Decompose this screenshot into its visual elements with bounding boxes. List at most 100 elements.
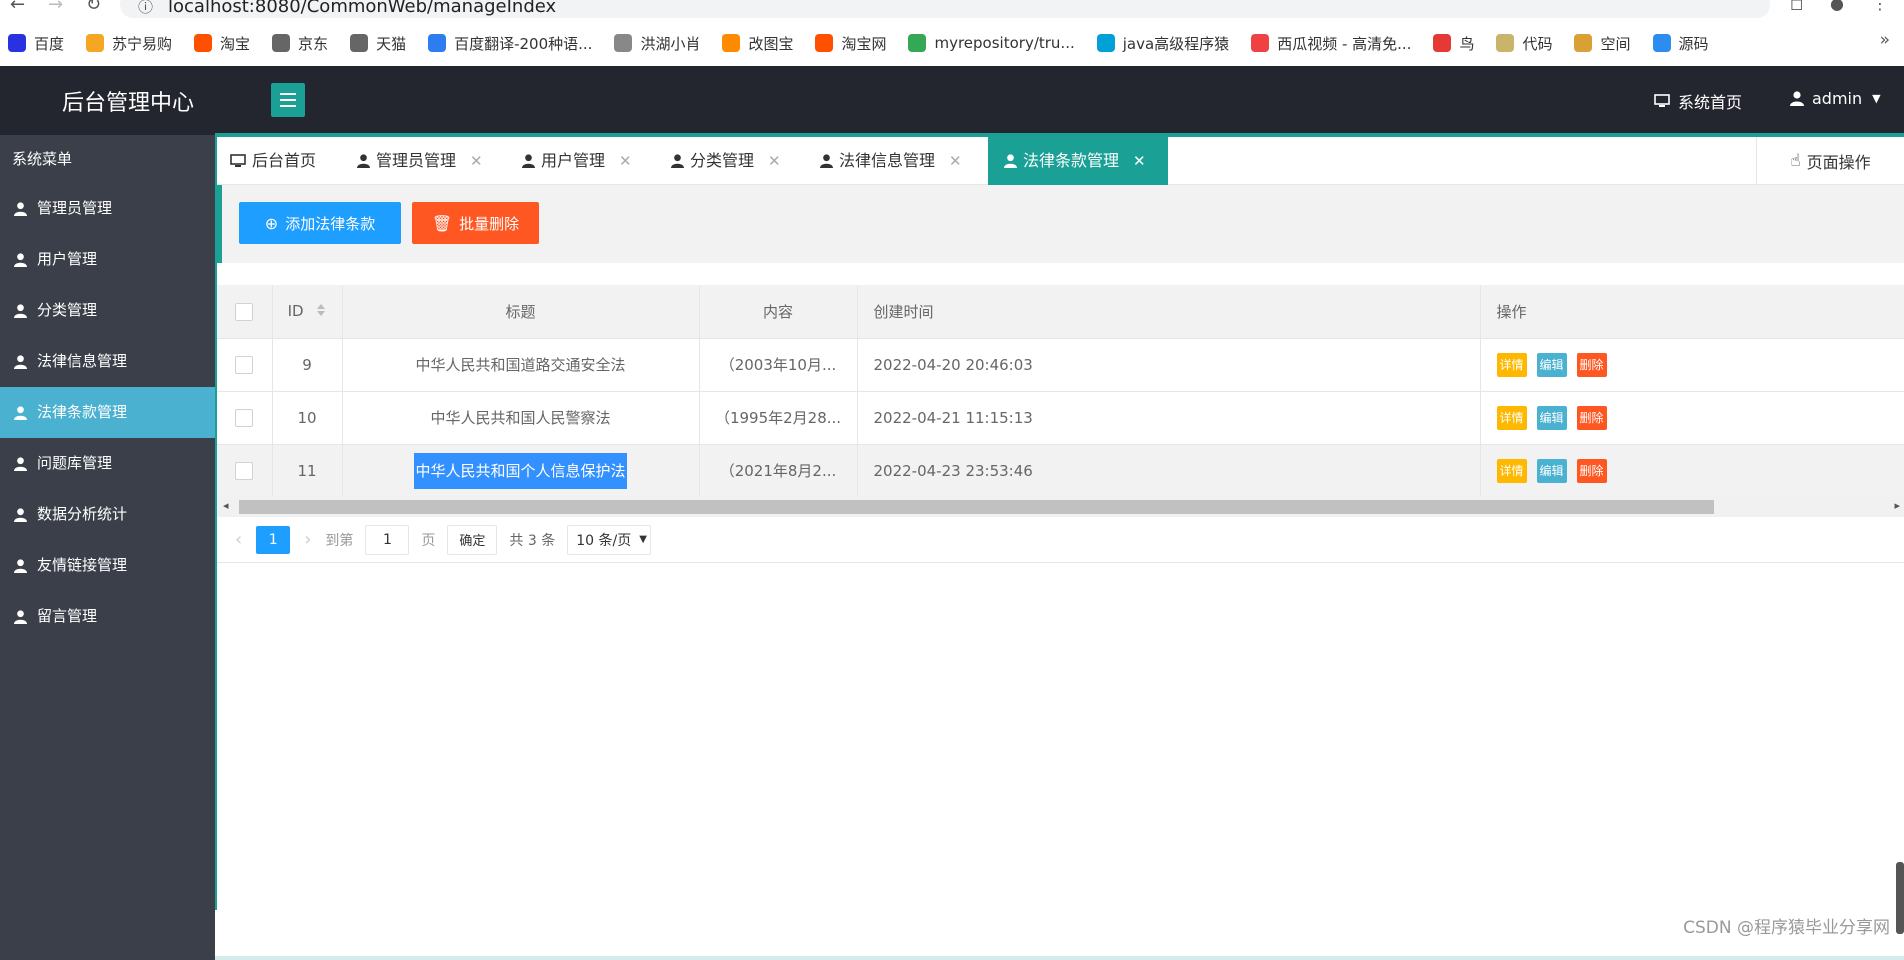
sidebar-item[interactable]: 法律信息管理: [0, 336, 215, 387]
sidebar-item[interactable]: 法律条款管理: [0, 387, 215, 438]
bookmark-favicon-icon: [194, 34, 213, 52]
bookmark-item[interactable]: 洪湖小肖: [614, 33, 700, 54]
bookmark-item[interactable]: 京东: [272, 33, 328, 54]
row-checkbox[interactable]: [235, 408, 254, 427]
bookmark-item[interactable]: 百度: [8, 33, 64, 54]
bookmark-item[interactable]: 源码: [1652, 33, 1709, 54]
next-page-icon[interactable]: ›: [304, 526, 311, 554]
extensions-icon[interactable]: ◻: [1790, 0, 1803, 13]
bookmark-label: 天猫: [376, 34, 407, 53]
row-select-cell: [217, 444, 273, 498]
prev-page-icon[interactable]: ‹: [235, 526, 242, 554]
bookmark-item[interactable]: myrepository/tru...: [908, 34, 1075, 52]
address-bar[interactable]: ⓘ localhost:8080/CommonWeb/manageIndex: [120, 0, 1770, 18]
goto-confirm-button[interactable]: 确定: [447, 524, 498, 555]
tab[interactable]: 后台首页: [230, 137, 316, 185]
sidebar-item[interactable]: 用户管理: [0, 234, 215, 285]
user-name: admin: [1812, 89, 1863, 108]
page-operations-button[interactable]: ☝ 页面操作: [1756, 137, 1904, 185]
sidebar-item[interactable]: 数据分析统计: [0, 489, 215, 540]
batch-delete-button[interactable]: 🗑 批量删除: [412, 202, 539, 244]
side-handle[interactable]: [1896, 862, 1904, 934]
bookmark-item[interactable]: 改图宝: [722, 33, 793, 54]
sidebar-item-label: 法律信息管理: [37, 352, 128, 370]
bookmark-item[interactable]: 苏宁易购: [86, 33, 172, 54]
delete-button[interactable]: 删除: [1576, 458, 1607, 483]
tab[interactable]: 法律条款管理 ✕: [988, 137, 1168, 185]
row-checkbox[interactable]: [235, 461, 254, 480]
tab[interactable]: 管理员管理 ✕: [357, 137, 483, 185]
user-icon: [14, 354, 27, 369]
bookmark-item[interactable]: java高级程序猿: [1096, 33, 1229, 54]
tab[interactable]: 法律信息管理 ✕: [820, 137, 962, 185]
row-title-cell: 中华人民共和国道路交通安全法: [342, 338, 700, 392]
plus-circle-icon: ⊕: [264, 213, 279, 233]
add-clause-button[interactable]: ⊕ 添加法律条款: [239, 202, 401, 244]
bookmark-item[interactable]: 鸟: [1433, 33, 1474, 54]
page-unit-label: 页: [421, 532, 436, 549]
goto-page-input[interactable]: 1: [365, 524, 410, 555]
bookmark-item[interactable]: 淘宝: [194, 33, 250, 54]
close-tab-icon[interactable]: ✕: [768, 137, 781, 185]
profile-icon[interactable]: ●: [1830, 0, 1844, 13]
user-menu[interactable]: admin ▼: [1790, 89, 1881, 108]
tab[interactable]: 分类管理 ✕: [671, 137, 781, 185]
forward-icon[interactable]: →: [48, 0, 63, 15]
row-title-cell: 中华人民共和国个人信息保护法: [342, 444, 700, 498]
bookmark-item[interactable]: 代码: [1496, 33, 1552, 54]
sidebar: 系统菜单 管理员管理 用户管理 分类管理 法律信息管理 法律条款管理 问题库管理 数据分析统…: [0, 135, 215, 960]
back-icon[interactable]: ←: [10, 0, 25, 15]
detail-button[interactable]: 详情: [1496, 352, 1527, 377]
table-row[interactable]: 11 中华人民共和国个人信息保护法 （2021年8月2... 2022-04-2…: [217, 444, 1904, 498]
table-row[interactable]: 10 中华人民共和国人民警察法 （1995年2月28... 2022-04-21…: [217, 391, 1904, 445]
browser-menu-icon[interactable]: ⋮: [1872, 0, 1888, 13]
horizontal-scrollbar[interactable]: ◂ ▸: [217, 497, 1904, 517]
edit-button[interactable]: 编辑: [1536, 352, 1567, 377]
detail-button[interactable]: 详情: [1496, 405, 1527, 430]
trash-icon: 🗑: [431, 213, 453, 233]
bookmark-item[interactable]: 天猫: [350, 33, 406, 54]
bookmark-favicon-icon: [815, 34, 834, 52]
close-tab-icon[interactable]: ✕: [1133, 137, 1146, 185]
sort-icon[interactable]: [316, 303, 326, 321]
system-home-link[interactable]: 系统首页: [1654, 89, 1742, 113]
current-page[interactable]: 1: [256, 525, 291, 554]
scrollbar-thumb[interactable]: [239, 500, 1714, 514]
chevron-down-icon: ▼: [639, 534, 647, 545]
edit-button[interactable]: 编辑: [1536, 458, 1567, 483]
bookmark-item[interactable]: 西瓜视频 - 高清免...: [1251, 33, 1411, 54]
bookmarks-overflow-icon[interactable]: »: [1880, 30, 1890, 50]
user-icon: [522, 154, 535, 168]
bookmark-item[interactable]: 空间: [1574, 33, 1631, 54]
close-tab-icon[interactable]: ✕: [949, 137, 962, 185]
detail-button[interactable]: 详情: [1496, 458, 1527, 483]
scroll-right-icon[interactable]: ▸: [1894, 499, 1900, 512]
select-all-checkbox[interactable]: [235, 302, 254, 321]
user-icon: [14, 456, 27, 471]
user-icon: [1004, 154, 1017, 168]
column-header-id[interactable]: ID: [272, 285, 343, 339]
edit-button[interactable]: 编辑: [1536, 405, 1567, 430]
sidebar-item[interactable]: 分类管理: [0, 285, 215, 336]
row-checkbox[interactable]: [235, 355, 254, 374]
bookmark-item[interactable]: 百度翻译-200种语...: [428, 33, 592, 54]
delete-button[interactable]: 删除: [1576, 352, 1607, 377]
close-tab-icon[interactable]: ✕: [470, 137, 483, 185]
delete-button[interactable]: 删除: [1576, 405, 1607, 430]
user-icon: [357, 154, 370, 168]
table-row[interactable]: 9 中华人民共和国道路交通安全法 （2003年10月... 2022-04-20…: [217, 338, 1904, 392]
close-tab-icon[interactable]: ✕: [619, 137, 632, 185]
sidebar-item[interactable]: 管理员管理: [0, 183, 215, 234]
tab[interactable]: 用户管理 ✕: [522, 137, 632, 185]
sidebar-item[interactable]: 友情链接管理: [0, 540, 215, 591]
sidebar-item[interactable]: 留言管理: [0, 591, 215, 642]
info-icon[interactable]: ⓘ: [138, 0, 153, 17]
menu-toggle-button[interactable]: [271, 83, 305, 117]
reload-icon[interactable]: ↻: [86, 0, 101, 15]
bookmark-label: 京东: [298, 34, 329, 53]
bookmark-item[interactable]: 淘宝网: [815, 33, 886, 54]
sidebar-item[interactable]: 问题库管理: [0, 438, 215, 489]
page-size-select[interactable]: 10 条/页 ▼: [567, 524, 652, 555]
scroll-left-icon[interactable]: ◂: [223, 499, 229, 512]
bookmark-favicon-icon: [1574, 34, 1593, 52]
